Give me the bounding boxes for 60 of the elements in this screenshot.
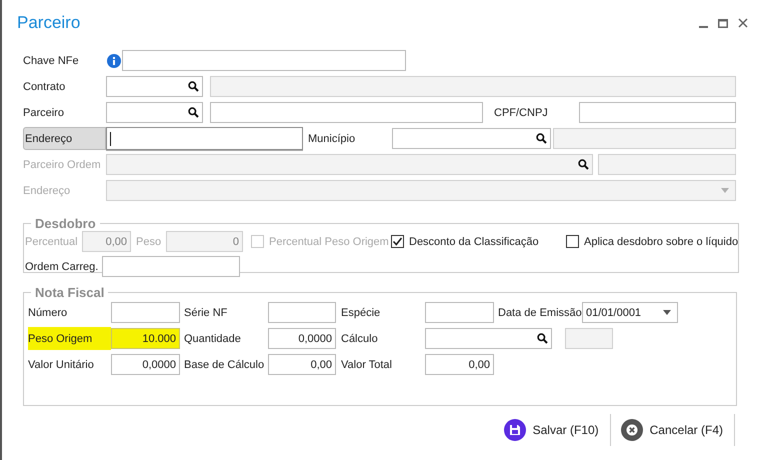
input-field[interactable]: 0,0000 bbox=[268, 328, 336, 349]
text-cursor bbox=[110, 132, 111, 146]
field-label: Base de Cálculo bbox=[184, 358, 266, 372]
input-field[interactable] bbox=[111, 302, 180, 323]
field-label: Cálculo bbox=[341, 332, 379, 346]
group-title: Desdobro bbox=[34, 216, 97, 231]
input-field[interactable] bbox=[106, 127, 303, 150]
input-field[interactable]: 10.000 bbox=[111, 328, 180, 349]
search-field[interactable] bbox=[106, 102, 203, 123]
field-label: Contrato bbox=[23, 80, 66, 94]
field-label: Município bbox=[308, 132, 356, 146]
field-label: Parceiro bbox=[23, 106, 65, 120]
field-label: CPF/CNPJ bbox=[494, 106, 549, 120]
field-label: Número bbox=[28, 306, 68, 320]
input-field[interactable] bbox=[122, 50, 406, 71]
input-field[interactable] bbox=[210, 102, 483, 123]
field-label: Espécie bbox=[341, 306, 382, 320]
input-field[interactable]: 0,00 bbox=[268, 354, 336, 375]
input-field[interactable]: 0,0000 bbox=[111, 354, 180, 375]
group-title: Nota Fiscal bbox=[34, 285, 106, 300]
field-label: Data de Emissão bbox=[498, 306, 582, 320]
input-field[interactable] bbox=[268, 302, 336, 323]
checkbox[interactable] bbox=[566, 235, 579, 248]
field-label: Endereço bbox=[23, 127, 106, 150]
search-field[interactable] bbox=[106, 76, 203, 97]
field-label: Peso bbox=[136, 234, 162, 250]
field-label: Valor Unitário bbox=[28, 358, 95, 372]
cancel-button[interactable]: Cancelar (F4) bbox=[610, 414, 735, 446]
input-field[interactable]: 0,00 bbox=[425, 354, 494, 375]
checkbox[interactable] bbox=[391, 235, 404, 248]
close-icon[interactable] bbox=[738, 18, 748, 28]
input-field[interactable] bbox=[425, 302, 494, 323]
field-label: Peso Origem bbox=[28, 327, 111, 350]
search-icon[interactable] bbox=[188, 107, 199, 118]
field-label: Valor Total bbox=[341, 358, 393, 372]
save-button[interactable]: Salvar (F10) bbox=[494, 414, 611, 446]
field-label: Ordem Carreg. bbox=[25, 260, 100, 274]
search-field[interactable] bbox=[392, 128, 551, 149]
input-field[interactable] bbox=[102, 256, 240, 277]
checkbox-label: Aplica desdobro sobre o líquido bbox=[584, 236, 738, 248]
checkbox-label: Desconto da Classificação bbox=[409, 236, 539, 248]
dropdown-field[interactable]: 01/01/0001 bbox=[582, 302, 678, 323]
search-field[interactable] bbox=[425, 328, 552, 349]
input-field[interactable] bbox=[579, 102, 736, 123]
window-title: Parceiro bbox=[17, 13, 82, 33]
search-icon[interactable] bbox=[536, 133, 547, 144]
maximize-icon[interactable] bbox=[718, 18, 728, 28]
field-label: Quantidade bbox=[184, 332, 242, 346]
search-icon[interactable] bbox=[537, 333, 548, 344]
dropdown-icon[interactable] bbox=[663, 310, 671, 315]
info-icon[interactable] bbox=[107, 54, 121, 68]
field-label: Endereço bbox=[23, 184, 72, 198]
field-label: Percentual bbox=[25, 234, 79, 250]
field-label: Série NF bbox=[184, 306, 228, 320]
close-icon bbox=[620, 419, 643, 441]
checkbox-label: Percentual Peso Origem bbox=[269, 236, 389, 248]
field-label: Chave NFe bbox=[23, 54, 80, 68]
search-icon[interactable] bbox=[188, 81, 199, 92]
field-label: Parceiro Ordem bbox=[23, 158, 102, 172]
floppy-disk-icon bbox=[504, 419, 526, 441]
